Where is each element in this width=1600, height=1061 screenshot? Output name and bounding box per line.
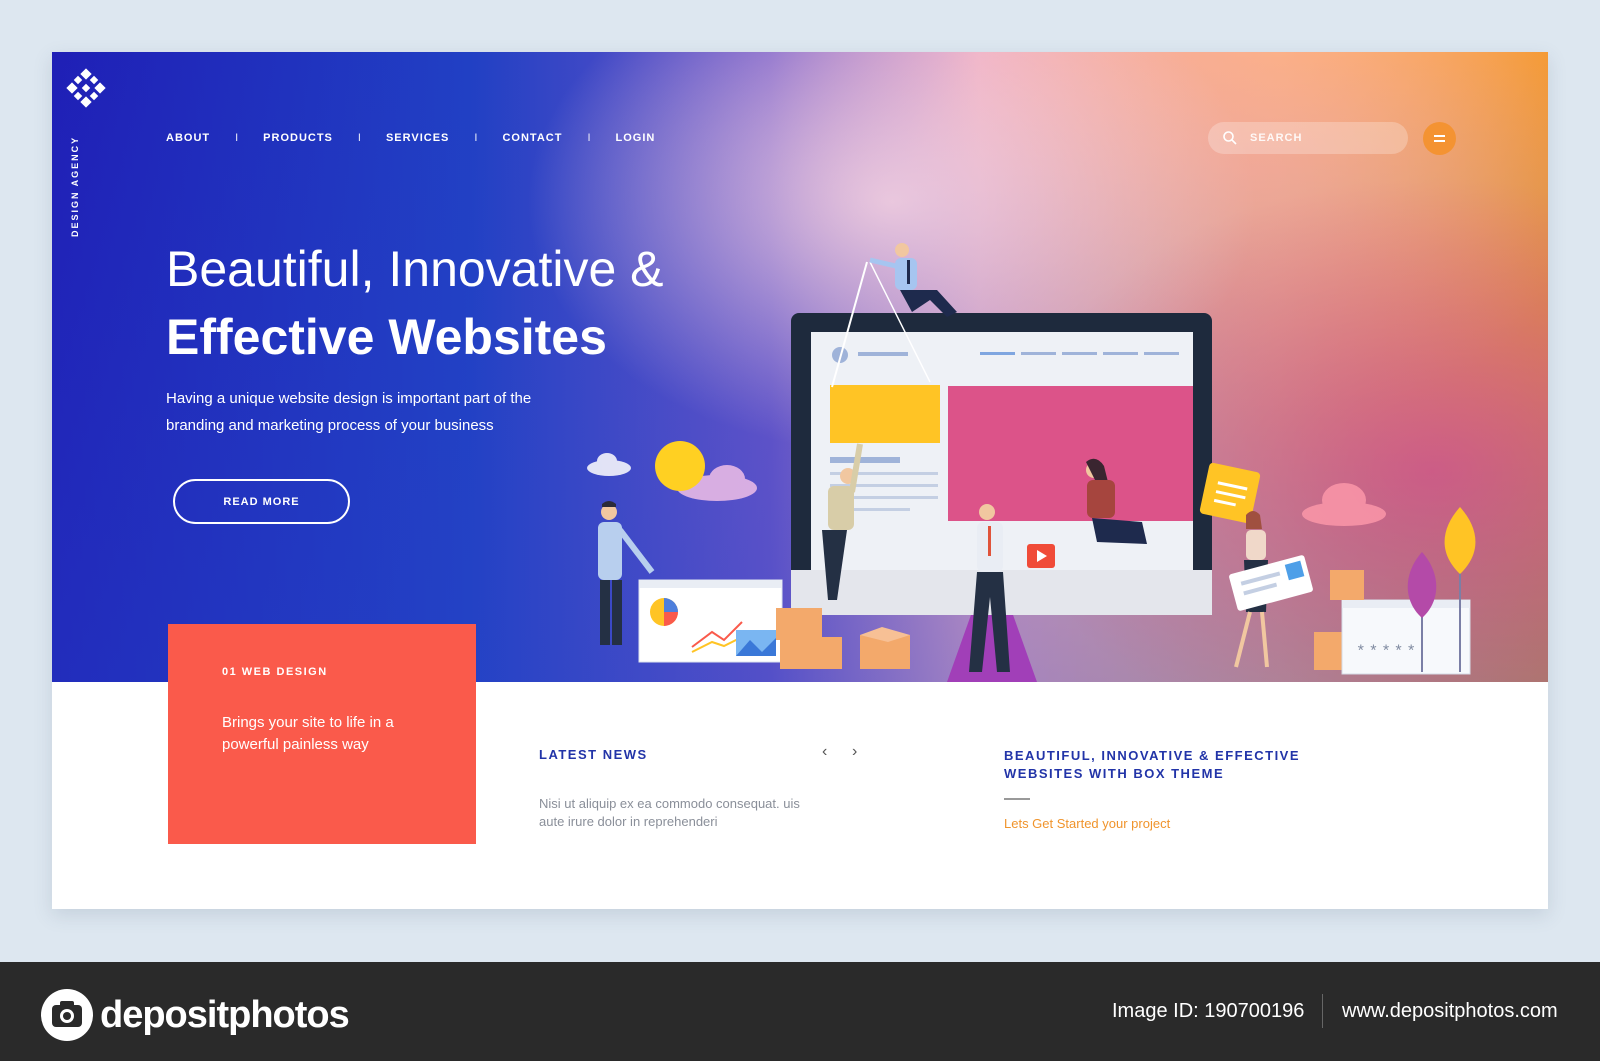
password-mask: ***** xyxy=(1356,643,1419,661)
read-more-button[interactable]: READ MORE xyxy=(173,479,350,524)
hero-subtext: Having a unique website design is import… xyxy=(166,390,532,434)
page-frame: DESIGN AGENCY ABOUT I PRODUCTS I SERVICE… xyxy=(52,52,1548,909)
latest-news-body: Nisi ut aliquip ex ea commodo consequat.… xyxy=(539,796,800,829)
image-id: Image ID: 190700196 xyxy=(1112,1000,1305,1022)
nav-products[interactable]: PRODUCTS xyxy=(263,132,333,144)
nav-separator: I xyxy=(235,132,239,144)
cloud-icon xyxy=(1302,483,1386,526)
hero-headline-line1: Beautiful, Innovative & xyxy=(166,241,664,297)
person-figure xyxy=(869,243,957,317)
main-nav: ABOUT I PRODUCTS I SERVICES I CONTACT I … xyxy=(166,132,655,144)
news-prev-arrow[interactable]: ‹ xyxy=(822,743,827,761)
get-started-link[interactable]: Lets Get Started your project xyxy=(1004,816,1170,831)
nav-separator: I xyxy=(474,132,478,144)
nav-contact[interactable]: CONTACT xyxy=(502,132,562,144)
card-description: Brings your site to life in a powerful p… xyxy=(222,714,394,753)
nav-about[interactable]: ABOUT xyxy=(166,132,210,144)
stock-footer: depositphotos Image ID: 190700196 www.de… xyxy=(0,962,1600,1061)
footer-brand: depositphotos xyxy=(40,988,350,1042)
brand-vertical-label: DESIGN AGENCY xyxy=(70,135,80,237)
hero-headline-line2: Effective Websites xyxy=(166,309,607,365)
nav-login[interactable]: LOGIN xyxy=(616,132,656,144)
theme-divider xyxy=(1004,798,1030,800)
password-field-icon: ***** xyxy=(1314,570,1471,675)
theme-title: BEAUTIFUL, INNOVATIVE & EFFECTIVE WEBSIT… xyxy=(1004,748,1301,781)
search-icon xyxy=(1223,131,1237,145)
footer-brand-name: depositphotos xyxy=(100,993,350,1036)
cloud-icon xyxy=(587,453,631,476)
nav-separator: I xyxy=(357,132,361,144)
chart-icon xyxy=(638,579,783,663)
boxes-icon xyxy=(776,608,910,669)
sun-icon xyxy=(655,441,705,491)
card-tag: 01 WEB DESIGN xyxy=(222,666,328,678)
footer-divider xyxy=(1322,994,1323,1028)
latest-news-title: LATEST NEWS xyxy=(539,747,648,762)
site-url: www.depositphotos.com xyxy=(1342,1000,1558,1022)
nav-separator: I xyxy=(587,132,591,144)
hamburger-icon xyxy=(1434,135,1445,137)
camera-icon xyxy=(41,989,93,1041)
logo-icon[interactable] xyxy=(66,68,106,108)
web-design-card[interactable]: 01 WEB DESIGN Brings your site to life i… xyxy=(168,624,476,844)
search-box[interactable] xyxy=(1208,122,1408,154)
checklist-icon xyxy=(1229,555,1313,611)
nav-services[interactable]: SERVICES xyxy=(386,132,449,144)
news-next-arrow[interactable]: › xyxy=(852,743,857,761)
search-input[interactable] xyxy=(1250,132,1400,144)
menu-button[interactable] xyxy=(1423,122,1456,155)
